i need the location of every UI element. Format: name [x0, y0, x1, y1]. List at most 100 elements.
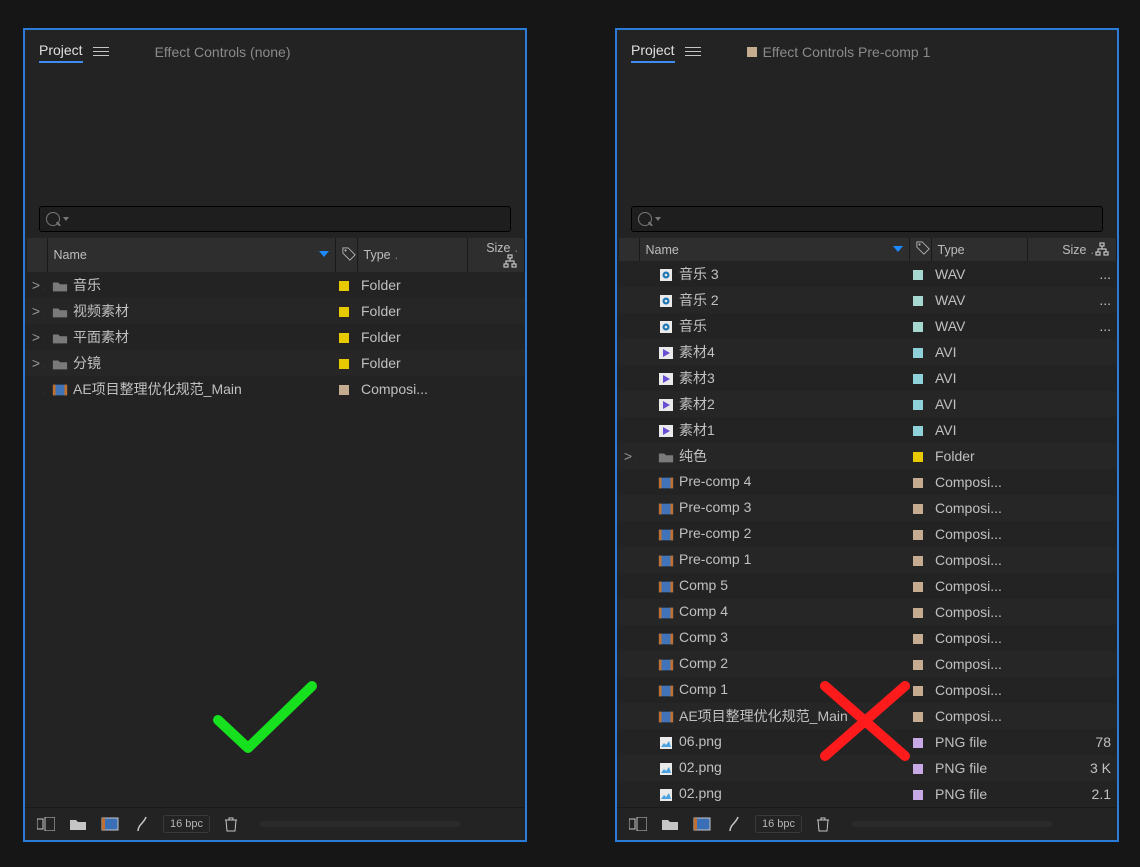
asset-type: Composi... — [929, 599, 1025, 625]
col-blank — [619, 238, 639, 261]
label-swatch[interactable] — [913, 790, 923, 800]
asset-size — [1025, 469, 1117, 495]
table-row[interactable]: Comp 4Composi... — [617, 599, 1117, 625]
table-row[interactable]: >分镜Folder — [25, 350, 525, 376]
new-comp-icon[interactable] — [99, 814, 121, 834]
label-swatch[interactable] — [913, 452, 923, 462]
trash-icon[interactable] — [220, 814, 242, 834]
panel-menu-icon[interactable] — [93, 44, 109, 59]
flowchart-icon[interactable] — [1094, 241, 1110, 257]
asset-name: 音乐 — [73, 277, 101, 293]
table-row[interactable]: 素材3AVI — [617, 365, 1117, 391]
table-row[interactable]: AE项目整理优化规范_MainComposi... — [617, 703, 1117, 729]
search-dropdown-icon[interactable] — [655, 217, 661, 221]
label-swatch[interactable] — [913, 660, 923, 670]
interpret-footage-icon[interactable] — [627, 814, 649, 834]
label-swatch[interactable] — [339, 333, 349, 343]
new-folder-icon[interactable] — [659, 814, 681, 834]
search-input[interactable] — [39, 206, 511, 232]
table-row[interactable]: 音乐 2WAV... — [617, 287, 1117, 313]
col-size[interactable]: Size. — [467, 238, 525, 272]
asset-name: AE项目整理优化规范_Main — [679, 708, 848, 724]
tab-effect-controls[interactable]: Effect Controls Pre-comp 1 — [747, 44, 931, 60]
label-swatch[interactable] — [339, 359, 349, 369]
col-name[interactable]: Name — [47, 238, 335, 272]
label-swatch[interactable] — [339, 307, 349, 317]
table-row[interactable]: 02.pngPNG file3 K — [617, 755, 1117, 781]
table-row[interactable]: Comp 5Composi... — [617, 573, 1117, 599]
label-swatch[interactable] — [339, 281, 349, 291]
expand-icon[interactable]: > — [31, 277, 41, 293]
interpret-footage-icon[interactable] — [35, 814, 57, 834]
table-row[interactable]: Comp 2Composi... — [617, 651, 1117, 677]
adjustment-icon[interactable] — [723, 814, 745, 834]
label-swatch[interactable] — [913, 686, 923, 696]
col-name[interactable]: Name — [639, 238, 909, 261]
table-row[interactable]: 音乐 3WAV... — [617, 261, 1117, 287]
label-swatch[interactable] — [913, 322, 923, 332]
label-swatch[interactable] — [913, 504, 923, 514]
label-swatch[interactable] — [913, 296, 923, 306]
label-swatch[interactable] — [913, 712, 923, 722]
bpc-button[interactable]: 16 bpc — [755, 815, 802, 833]
table-row[interactable]: 素材4AVI — [617, 339, 1117, 365]
label-swatch[interactable] — [913, 426, 923, 436]
project-panel-messy: Project Effect Controls Pre-comp 1 Name … — [615, 28, 1119, 842]
label-swatch[interactable] — [913, 348, 923, 358]
thumbnail-size-slider[interactable] — [852, 821, 1052, 827]
label-swatch[interactable] — [913, 400, 923, 410]
asset-type: AVI — [929, 339, 1025, 365]
table-row[interactable]: AE项目整理优化规范_MainComposi... — [25, 376, 525, 402]
label-swatch[interactable] — [339, 385, 349, 395]
table-row[interactable]: >平面素材Folder — [25, 324, 525, 350]
flowchart-icon[interactable] — [502, 253, 518, 269]
col-label[interactable] — [909, 238, 931, 261]
asset-list[interactable]: 音乐 3WAV...音乐 2WAV...音乐WAV...素材4AVI素材3AVI… — [617, 261, 1117, 807]
table-row[interactable]: 06.pngPNG file78 — [617, 729, 1117, 755]
tab-project[interactable]: Project — [631, 42, 675, 63]
label-swatch[interactable] — [913, 582, 923, 592]
table-row[interactable]: Comp 3Composi... — [617, 625, 1117, 651]
expand-icon[interactable]: > — [623, 448, 633, 464]
tab-effect-controls[interactable]: Effect Controls (none) — [155, 44, 291, 60]
expand-icon[interactable]: > — [31, 329, 41, 345]
table-row[interactable]: Pre-comp 1Composi... — [617, 547, 1117, 573]
table-row[interactable]: Pre-comp 3Composi... — [617, 495, 1117, 521]
table-row[interactable]: >视频素材Folder — [25, 298, 525, 324]
tab-project[interactable]: Project — [39, 42, 83, 63]
table-row[interactable]: Comp 1Composi... — [617, 677, 1117, 703]
col-type[interactable]: Type. — [357, 238, 467, 272]
panel-menu-icon[interactable] — [685, 44, 701, 59]
table-row[interactable]: Pre-comp 2Composi... — [617, 521, 1117, 547]
label-swatch[interactable] — [913, 738, 923, 748]
new-folder-icon[interactable] — [67, 814, 89, 834]
table-row[interactable]: 02.pngPNG file2.1 — [617, 781, 1117, 807]
expand-icon[interactable]: > — [31, 303, 41, 319]
table-row[interactable]: 素材2AVI — [617, 391, 1117, 417]
table-row[interactable]: >纯色Folder — [617, 443, 1117, 469]
col-type[interactable]: Type — [931, 238, 1027, 261]
table-row[interactable]: 音乐WAV... — [617, 313, 1117, 339]
search-input[interactable] — [631, 206, 1103, 232]
table-row[interactable]: >音乐Folder — [25, 272, 525, 298]
label-swatch[interactable] — [913, 530, 923, 540]
expand-icon[interactable]: > — [31, 355, 41, 371]
table-row[interactable]: 素材1AVI — [617, 417, 1117, 443]
col-size[interactable]: Size. — [1027, 238, 1117, 261]
asset-list[interactable]: >音乐Folder>视频素材Folder>平面素材Folder>分镜Folder… — [25, 272, 525, 807]
label-swatch[interactable] — [913, 764, 923, 774]
adjustment-icon[interactable] — [131, 814, 153, 834]
label-swatch[interactable] — [913, 478, 923, 488]
label-swatch[interactable] — [913, 270, 923, 280]
trash-icon[interactable] — [812, 814, 834, 834]
label-swatch[interactable] — [913, 608, 923, 618]
col-label[interactable] — [335, 238, 357, 272]
thumbnail-size-slider[interactable] — [260, 821, 460, 827]
label-swatch[interactable] — [913, 374, 923, 384]
search-dropdown-icon[interactable] — [63, 217, 69, 221]
new-comp-icon[interactable] — [691, 814, 713, 834]
label-swatch[interactable] — [913, 634, 923, 644]
label-swatch[interactable] — [913, 556, 923, 566]
table-row[interactable]: Pre-comp 4Composi... — [617, 469, 1117, 495]
bpc-button[interactable]: 16 bpc — [163, 815, 210, 833]
